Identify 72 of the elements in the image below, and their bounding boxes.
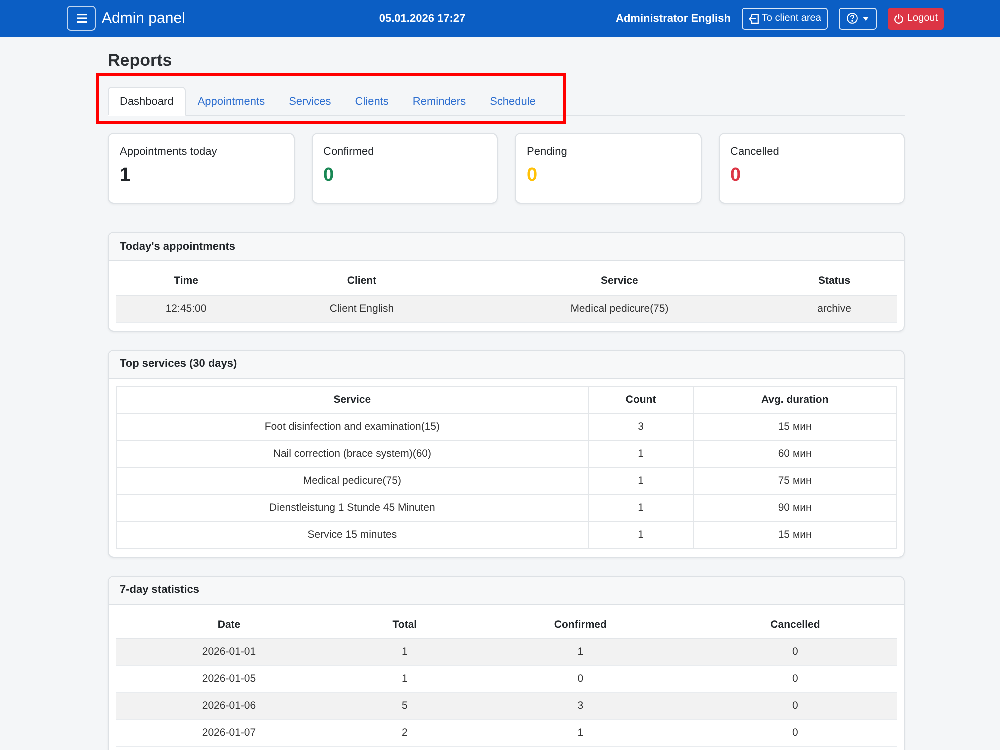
menu-icon [76, 14, 86, 23]
table-cell: 1 [588, 440, 694, 467]
table-cell: 0 [694, 666, 897, 692]
current-datetime: 05.01.2026 17:27 [379, 12, 466, 24]
table-cell: 1 [342, 638, 468, 666]
table-cell: 15 мин [694, 521, 896, 548]
stat-label: Confirmed [324, 145, 374, 160]
power-icon [894, 14, 904, 24]
tab[interactable]: Dashboard [108, 87, 186, 116]
table-cell: 3 [588, 413, 694, 440]
table-cell: 2026-01-05 [116, 666, 342, 692]
table-cell: 1 [588, 494, 694, 521]
table-cell: 90 мин [694, 494, 896, 521]
table-cell: 75 мин [694, 467, 896, 494]
column-header: Status [772, 268, 897, 295]
table-cell: 12:45:00 [116, 295, 257, 322]
help-icon [847, 13, 858, 24]
tab[interactable]: Services [277, 87, 344, 116]
table-cell: 1 [588, 467, 694, 494]
card-title: Top services (30 days) [120, 358, 238, 370]
caret-down-icon [863, 16, 870, 20]
card-title: Today's appointments [120, 240, 236, 252]
stat-value: 1 [120, 165, 131, 187]
tab[interactable]: Reminders [400, 87, 478, 116]
table-cell: 60 мин [694, 440, 896, 467]
table-cell: Dienstleistung 1 Stunde 45 Minuten [116, 494, 588, 521]
stat-value: 0 [730, 165, 742, 187]
stat-value: 0 [324, 165, 334, 187]
stat-value: 0 [527, 165, 538, 187]
tab[interactable]: Schedule [478, 87, 548, 116]
table-cell: 2 [342, 720, 468, 746]
brand-link[interactable]: Admin panel [102, 10, 186, 27]
tab[interactable]: Appointments [186, 87, 278, 116]
tab[interactable]: Clients [343, 87, 401, 116]
table-cell: 1 [467, 720, 694, 746]
table-cell: 5 [342, 692, 468, 720]
column-header: Time [116, 268, 257, 295]
table-cell: archive [772, 295, 897, 322]
table-cell: 0 [467, 666, 694, 692]
table-cell: Service 15 minutes [116, 521, 588, 548]
user-name: Administrator English [616, 12, 731, 24]
table-cell: 0 [694, 638, 897, 666]
table-cell: 0 [694, 720, 897, 746]
table-cell: Client English [256, 295, 468, 322]
table-cell: 2026-01-07 [116, 720, 342, 746]
column-header: Count [588, 386, 694, 413]
stat-label: Appointments today [120, 145, 218, 160]
stat-label: Pending [527, 145, 568, 160]
card-title: 7-day statistics [120, 584, 200, 596]
client-area-button[interactable]: To client area [742, 8, 828, 30]
table-cell: Nail correction (brace system)(60) [116, 440, 588, 467]
table-cell: 1 [588, 521, 694, 548]
column-header: Client [256, 268, 468, 295]
help-menu-button[interactable] [839, 8, 878, 30]
table-cell: 0 [694, 692, 897, 720]
stat-label: Cancelled [730, 145, 780, 160]
table-cell: 2026-01-06 [116, 692, 342, 720]
table-cell: 15 мин [694, 413, 896, 440]
menu-button[interactable] [67, 6, 96, 31]
table-cell: 1 [467, 638, 694, 666]
table-cell: Foot disinfection and examination(15) [116, 413, 588, 440]
table-cell: 2026-01-01 [116, 638, 342, 666]
page-title: Reports [108, 50, 172, 72]
logout-button[interactable]: Logout [888, 8, 944, 30]
table-cell: Medical pedicure(75) [116, 467, 588, 494]
column-header: Avg. duration [694, 386, 896, 413]
table-cell: Medical pedicure(75) [467, 295, 772, 322]
column-header: Service [116, 386, 588, 413]
table-cell: 3 [467, 692, 694, 720]
column-header: Service [467, 268, 772, 295]
box-arrow-icon [748, 14, 759, 24]
table-cell: 1 [342, 666, 468, 692]
